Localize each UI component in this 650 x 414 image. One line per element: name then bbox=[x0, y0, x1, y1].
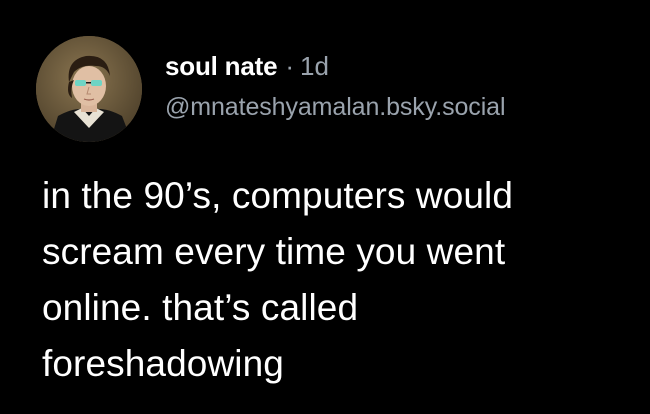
post-card: soul nate · 1d @mnateshyamalan.bsky.social… bbox=[0, 0, 650, 414]
separator-dot: · bbox=[285, 51, 295, 81]
post-timestamp[interactable]: 1d bbox=[300, 51, 329, 81]
post-text: in the 90’s, computers would scream ever… bbox=[42, 168, 632, 392]
avatar[interactable] bbox=[36, 36, 142, 142]
author-handle[interactable]: @mnateshyamalan.bsky.social bbox=[165, 92, 506, 122]
post-header: soul nate · 1d @mnateshyamalan.bsky.social bbox=[165, 50, 506, 122]
post-text-line: in the 90’s, computers would bbox=[42, 175, 514, 216]
post-text-line: foreshadowing bbox=[42, 343, 284, 384]
post-text-line: scream every time you went bbox=[42, 231, 506, 272]
post-text-line: online. that’s called bbox=[42, 287, 359, 328]
portrait-avatar-icon bbox=[36, 36, 142, 142]
author-line: soul nate · 1d bbox=[165, 50, 505, 82]
author-display-name[interactable]: soul nate bbox=[165, 51, 278, 81]
